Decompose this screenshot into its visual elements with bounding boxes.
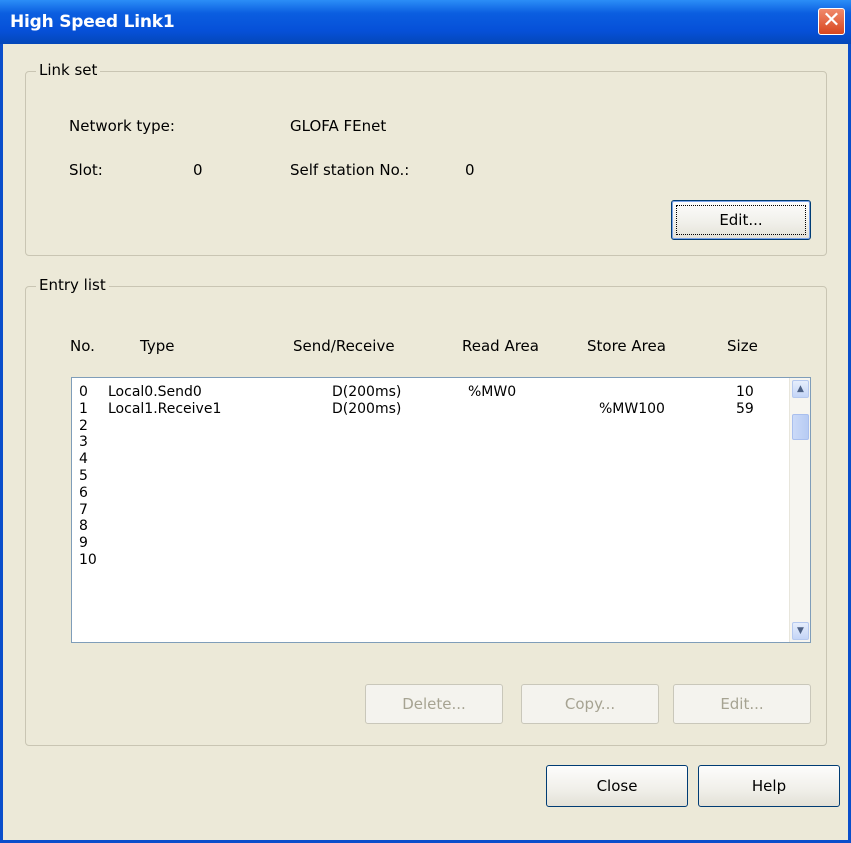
- column-header-send-receive: Send/Receive: [293, 337, 395, 355]
- help-button[interactable]: Help: [698, 765, 840, 807]
- focus-rect: [676, 205, 806, 235]
- list-item[interactable]: 0 Local0.Send0 D(200ms) %MW0 10: [72, 384, 777, 400]
- list-item[interactable]: 5: [72, 468, 777, 484]
- list-item[interactable]: 2: [72, 418, 777, 434]
- close-button[interactable]: Close: [546, 765, 688, 807]
- network-type-value: GLOFA FEnet: [290, 117, 387, 135]
- scroll-down-button[interactable]: ▼: [792, 622, 809, 640]
- delete-label: Delete...: [402, 695, 466, 713]
- cell-type: Local0.Send0: [108, 384, 202, 400]
- list-item[interactable]: 4: [72, 451, 777, 467]
- cell-no: 4: [79, 451, 88, 468]
- list-item[interactable]: 1 Local1.Receive1 D(200ms) %MW100 59: [72, 401, 777, 417]
- list-item[interactable]: 10: [72, 552, 777, 568]
- close-icon: ✕: [822, 8, 841, 33]
- cell-no: 5: [79, 468, 88, 484]
- cell-no: 3: [79, 434, 88, 451]
- column-header-no: No.: [70, 337, 95, 355]
- cell-send-receive: D(200ms): [332, 384, 402, 400]
- column-header-size: Size: [727, 337, 758, 355]
- cell-no: 7: [79, 501, 88, 518]
- link-set-legend: Link set: [36, 61, 101, 79]
- self-station-value: 0: [465, 161, 475, 179]
- entry-edit-button[interactable]: Edit...: [673, 684, 811, 724]
- window-close-button[interactable]: ✕: [818, 8, 845, 35]
- dialog-window: High Speed Link1 ✕ Link set Network type…: [0, 0, 851, 843]
- scroll-up-button[interactable]: ▲: [792, 380, 809, 398]
- cell-no: 8: [79, 518, 88, 535]
- list-item[interactable]: 9: [72, 535, 777, 551]
- list-item[interactable]: 7: [72, 502, 777, 518]
- link-set-edit-button[interactable]: Edit...: [671, 200, 811, 240]
- cell-send-receive: D(200ms): [332, 400, 402, 417]
- cell-no: 10: [79, 552, 97, 568]
- cell-size: 10: [736, 384, 754, 400]
- vertical-scrollbar[interactable]: ▲ ▼: [789, 378, 810, 642]
- entry-edit-label: Edit...: [720, 695, 764, 713]
- network-type-label: Network type:: [69, 117, 175, 135]
- column-header-read-area: Read Area: [462, 337, 539, 355]
- title-bar[interactable]: High Speed Link1 ✕: [0, 0, 851, 44]
- cell-read-area: %MW0: [468, 384, 517, 400]
- close-label: Close: [596, 777, 638, 795]
- cell-store-area: %MW100: [599, 400, 665, 417]
- list-item[interactable]: 3: [72, 434, 777, 450]
- help-label: Help: [751, 777, 787, 795]
- slot-value: 0: [193, 161, 203, 179]
- chevron-up-icon: ▲: [797, 384, 804, 394]
- entry-listbox[interactable]: 0 Local0.Send0 D(200ms) %MW0 10 1 Local1.Recei…: [71, 377, 811, 643]
- cell-no: 6: [79, 484, 88, 501]
- scroll-thumb[interactable]: [792, 414, 809, 440]
- cell-no: 9: [79, 535, 88, 552]
- self-station-label: Self station No.:: [290, 161, 410, 179]
- column-header-type: Type: [140, 337, 175, 355]
- slot-label: Slot:: [69, 161, 103, 179]
- entry-list-legend: Entry list: [36, 276, 109, 294]
- window-title: High Speed Link1: [10, 12, 175, 32]
- delete-button[interactable]: Delete...: [365, 684, 503, 724]
- copy-label: Copy...: [564, 695, 616, 713]
- column-header-store-area: Store Area: [587, 337, 666, 355]
- list-item[interactable]: 6: [72, 485, 777, 501]
- cell-no: 2: [79, 417, 88, 434]
- list-item[interactable]: 8: [72, 518, 777, 534]
- cell-no: 0: [79, 384, 88, 400]
- cell-type: Local1.Receive1: [108, 400, 222, 417]
- cell-no: 1: [79, 400, 88, 417]
- chevron-down-icon: ▼: [797, 626, 804, 636]
- cell-size: 59: [736, 400, 754, 417]
- copy-button[interactable]: Copy...: [521, 684, 659, 724]
